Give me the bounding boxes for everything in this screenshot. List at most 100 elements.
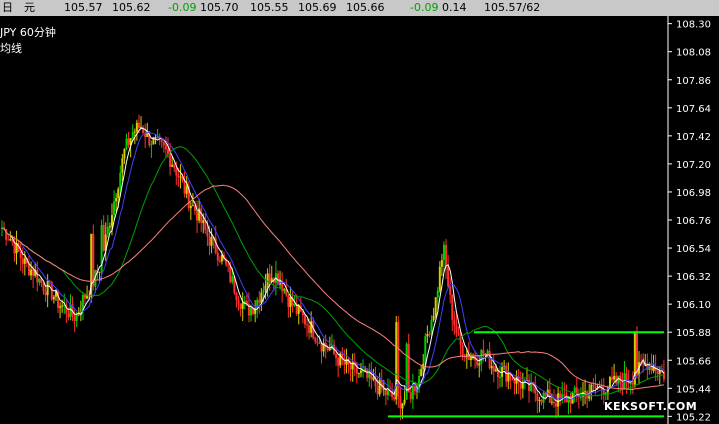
candle-body xyxy=(171,164,174,167)
candle-body xyxy=(177,175,180,177)
y-tick-label: 106.32 xyxy=(676,272,711,283)
quote-pct: 0.14 xyxy=(442,1,467,14)
candle-body xyxy=(382,388,385,390)
candle-body xyxy=(592,384,595,386)
candle-body xyxy=(67,313,70,318)
candle-body xyxy=(289,296,292,308)
candle-body xyxy=(21,258,24,264)
candle-body xyxy=(133,131,136,133)
candle-body xyxy=(38,278,41,283)
indicator-label: 均线 xyxy=(0,41,22,55)
candle-body xyxy=(366,369,369,378)
candle-body xyxy=(142,126,145,134)
candle-body xyxy=(308,325,311,333)
candle-body xyxy=(173,164,176,168)
candle-body xyxy=(557,393,560,407)
candle-body xyxy=(428,334,431,336)
candle-body xyxy=(328,349,331,351)
candle-body xyxy=(442,244,445,260)
candle-body xyxy=(611,377,614,380)
quote-change: -0.09 xyxy=(168,1,197,14)
candle-body xyxy=(515,376,518,384)
candle-body xyxy=(241,302,244,309)
candle-body xyxy=(293,303,296,306)
y-tick-label: 108.30 xyxy=(676,20,711,31)
candle-body xyxy=(461,344,464,357)
candle-body xyxy=(488,350,491,369)
candle-body xyxy=(480,350,483,364)
candle-body xyxy=(135,122,138,132)
candle-body xyxy=(250,307,252,316)
candle-body xyxy=(268,273,271,282)
candle-body xyxy=(179,176,182,178)
candle-body xyxy=(438,266,441,291)
candle-body xyxy=(424,336,427,364)
candle-body xyxy=(36,270,39,283)
candle-body xyxy=(513,379,516,384)
candle-body xyxy=(44,291,47,296)
candle-body xyxy=(426,334,429,337)
yuan-label: 元 xyxy=(24,1,35,14)
candle-body xyxy=(218,260,221,262)
candle-body xyxy=(642,362,645,365)
candle-body xyxy=(469,357,472,360)
candle-body xyxy=(9,239,12,241)
candle-body xyxy=(604,392,607,395)
y-tick-label: 108.08 xyxy=(676,48,711,59)
candle-body xyxy=(476,360,479,366)
symbol-interval-label: JPY 60分钟 xyxy=(0,25,56,39)
quote-v1: 105.70 xyxy=(200,1,239,14)
candle-body xyxy=(314,338,317,342)
candle-body xyxy=(229,265,232,283)
candle-body xyxy=(196,211,199,221)
candle-body xyxy=(486,350,489,354)
candle-body xyxy=(494,369,497,372)
candle-body xyxy=(445,244,448,267)
candle-body xyxy=(550,401,553,403)
candle-body xyxy=(258,299,261,303)
candle-body xyxy=(46,280,49,296)
candle-body xyxy=(482,350,485,354)
candle-body xyxy=(451,294,454,320)
candle-body xyxy=(376,386,379,395)
y-tick-label: 105.22 xyxy=(676,412,711,423)
candle-body xyxy=(337,358,340,366)
candle-body xyxy=(635,332,638,376)
candle-body xyxy=(386,390,389,396)
candle-body xyxy=(115,198,118,202)
candle-body xyxy=(227,264,230,266)
candle-body xyxy=(162,141,165,146)
candle-body xyxy=(378,379,381,395)
y-tick-label: 105.66 xyxy=(676,356,711,367)
y-tick-label: 106.10 xyxy=(676,300,711,311)
candle-body xyxy=(420,369,423,377)
candle-body xyxy=(372,377,375,380)
y-tick-label: 107.86 xyxy=(676,76,711,87)
quote-change2: -0.09 xyxy=(410,1,439,14)
candle-body xyxy=(266,273,269,286)
candle-body xyxy=(490,366,493,369)
candle-body xyxy=(303,315,306,325)
quote-open: 105.57 xyxy=(64,1,103,14)
candle-body xyxy=(345,358,348,365)
chart-window: 日 元 105.57 105.62 -0.09 105.70 105.55 10… xyxy=(0,0,719,424)
candle-body xyxy=(432,315,435,321)
candle-body xyxy=(113,201,116,216)
candle-body xyxy=(584,391,587,393)
candle-body xyxy=(125,138,128,150)
candle-body xyxy=(409,392,412,400)
day-label: 日 xyxy=(2,1,13,14)
candle-body xyxy=(405,343,408,400)
candle-body xyxy=(7,239,10,241)
candle-body xyxy=(69,304,72,318)
candle-body xyxy=(169,154,172,167)
y-tick-label: 105.88 xyxy=(676,328,711,339)
candle-body xyxy=(164,145,167,150)
candle-body xyxy=(507,373,510,382)
candle-body xyxy=(440,259,443,267)
candle-body xyxy=(119,172,122,190)
candle-body xyxy=(453,319,456,326)
candle-body xyxy=(449,286,452,295)
candle-body xyxy=(455,325,458,333)
candle-body xyxy=(61,305,64,307)
